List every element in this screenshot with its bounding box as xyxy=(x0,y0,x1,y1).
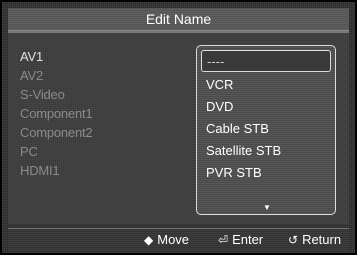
return-icon: ↺ xyxy=(288,233,299,247)
source-item-av2[interactable]: AV2 xyxy=(20,66,92,85)
return-label: Return xyxy=(302,232,342,247)
enter-icon: ⏎ xyxy=(218,233,229,247)
scroll-down-icon[interactable]: ▼ xyxy=(263,203,271,212)
source-item-component1[interactable]: Component1 xyxy=(20,104,93,123)
name-dropdown[interactable]: ---- VCR DVD Cable STB Satellite STB PVR… xyxy=(196,45,336,215)
main-panel: AV1 AV2 S-Video Component1 Component2 PC… xyxy=(8,31,349,224)
dropdown-option-pvr-stb[interactable]: PVR STB xyxy=(201,162,331,184)
help-bar: ◆ Move ⏎ Enter ↺ Return xyxy=(8,228,349,251)
source-item-av1[interactable]: AV1 xyxy=(20,47,92,66)
source-list: AV1 AV2 S-Video Component1 Component2 PC… xyxy=(20,47,93,180)
source-item-hdmi1[interactable]: HDMI1 xyxy=(20,161,92,180)
source-item-s-video[interactable]: S-Video xyxy=(20,85,92,104)
osd-window: Edit Name AV1 AV2 S-Video Component1 Com… xyxy=(0,0,357,255)
menu-title: Edit Name xyxy=(8,8,349,31)
source-item-pc[interactable]: PC xyxy=(20,142,92,161)
enter-label: Enter xyxy=(232,232,264,247)
dropdown-option-vcr[interactable]: VCR xyxy=(201,74,331,96)
return-hint: ↺ Return xyxy=(288,229,341,251)
dropdown-option-satellite-stb[interactable]: Satellite STB xyxy=(201,140,331,162)
dropdown-option-cable-stb[interactable]: Cable STB xyxy=(201,118,331,140)
up-down-arrows-icon: ◆ xyxy=(144,233,154,247)
move-label: Move xyxy=(157,232,190,247)
source-item-component2[interactable]: Component2 xyxy=(20,123,93,142)
dropdown-option-none[interactable]: ---- xyxy=(201,50,331,72)
move-hint: ◆ Move xyxy=(144,229,189,251)
dropdown-option-dvd[interactable]: DVD xyxy=(201,96,331,118)
enter-hint: ⏎ Enter xyxy=(218,229,263,251)
